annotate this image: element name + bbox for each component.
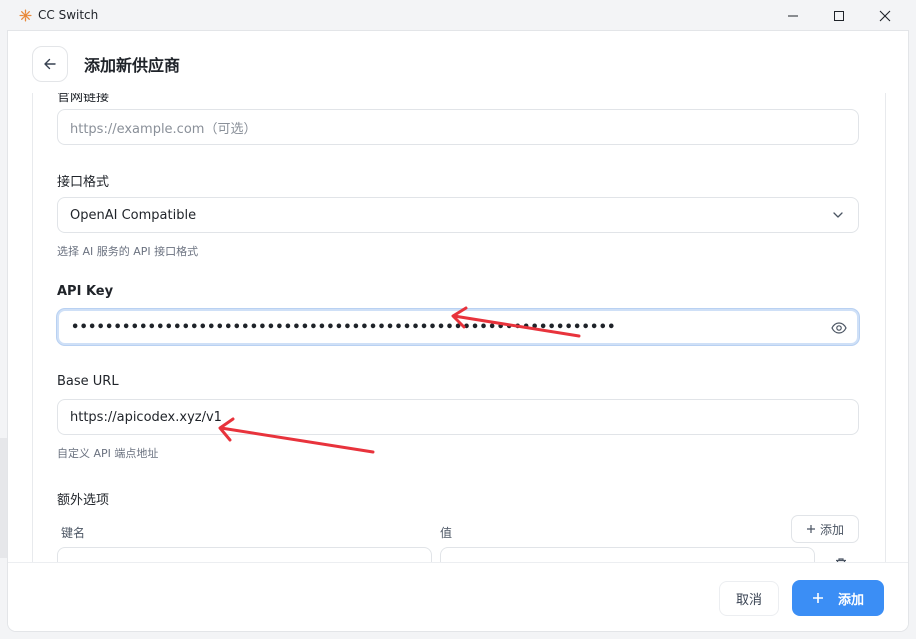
api-format-value: OpenAI Compatible — [70, 207, 197, 223]
api-key-label: API Key — [57, 284, 114, 299]
arrow-left-icon — [44, 58, 56, 70]
minimize-button[interactable] — [770, 0, 816, 31]
maximize-icon — [834, 10, 844, 21]
window-title: CC Switch — [38, 8, 99, 22]
close-icon — [879, 10, 891, 21]
website-label: 官网链接 — [57, 93, 110, 105]
option-value-input[interactable] — [440, 547, 815, 562]
form-scroll-area[interactable]: 官网链接 https://example.com（可选） 接口格式 OpenAI… — [8, 93, 908, 562]
maximize-button[interactable] — [816, 0, 862, 31]
api-format-label: 接口格式 — [57, 175, 110, 190]
cancel-label: 取消 — [735, 593, 762, 608]
website-input[interactable]: https://example.com（可选） — [57, 109, 859, 145]
minimize-icon — [788, 15, 798, 16]
chevron-down-icon — [833, 212, 843, 218]
api-format-hint: 选择 AI 服务的 API 接口格式 — [57, 245, 199, 258]
option-key-input[interactable] — [57, 547, 432, 562]
submit-add-button[interactable]: 添加 — [792, 580, 884, 616]
app-logo-icon — [19, 9, 32, 22]
base-url-label: Base URL — [57, 374, 119, 389]
api-key-masked-value: ••••••••••••••••••••••••••••••••••••••••… — [71, 319, 616, 335]
value-column-label: 值 — [440, 526, 453, 540]
add-option-button[interactable]: 添加 — [791, 515, 859, 543]
cancel-button[interactable]: 取消 — [719, 581, 779, 616]
back-button[interactable] — [32, 46, 68, 82]
key-column-label: 键名 — [61, 526, 86, 540]
eye-icon[interactable] — [831, 320, 847, 336]
dialog-title: 添加新供应商 — [84, 56, 181, 75]
app-window: CC Switch 添加新供应商 官网链接 https://example.co… — [0, 0, 916, 639]
title-bar: CC Switch — [0, 0, 916, 31]
add-provider-dialog: 添加新供应商 官网链接 https://example.com（可选） 接口格式… — [8, 31, 908, 631]
api-key-input[interactable]: ••••••••••••••••••••••••••••••••••••••••… — [57, 309, 859, 345]
extra-options-label: 额外选项 — [57, 493, 110, 508]
base-url-hint: 自定义 API 端点地址 — [57, 447, 159, 460]
add-option-label: 添加 — [819, 522, 844, 537]
api-format-select[interactable]: OpenAI Compatible — [57, 197, 859, 233]
dialog-footer: 取消 添加 — [8, 562, 908, 631]
plus-icon — [806, 525, 815, 533]
dialog-header: 添加新供应商 — [8, 31, 908, 93]
submit-label: 添加 — [837, 592, 864, 608]
background-window-edge — [0, 438, 8, 558]
plus-icon — [812, 593, 823, 603]
base-url-input[interactable]: https://apicodex.xyz/v1 — [57, 399, 859, 435]
close-window-button[interactable] — [862, 0, 908, 31]
